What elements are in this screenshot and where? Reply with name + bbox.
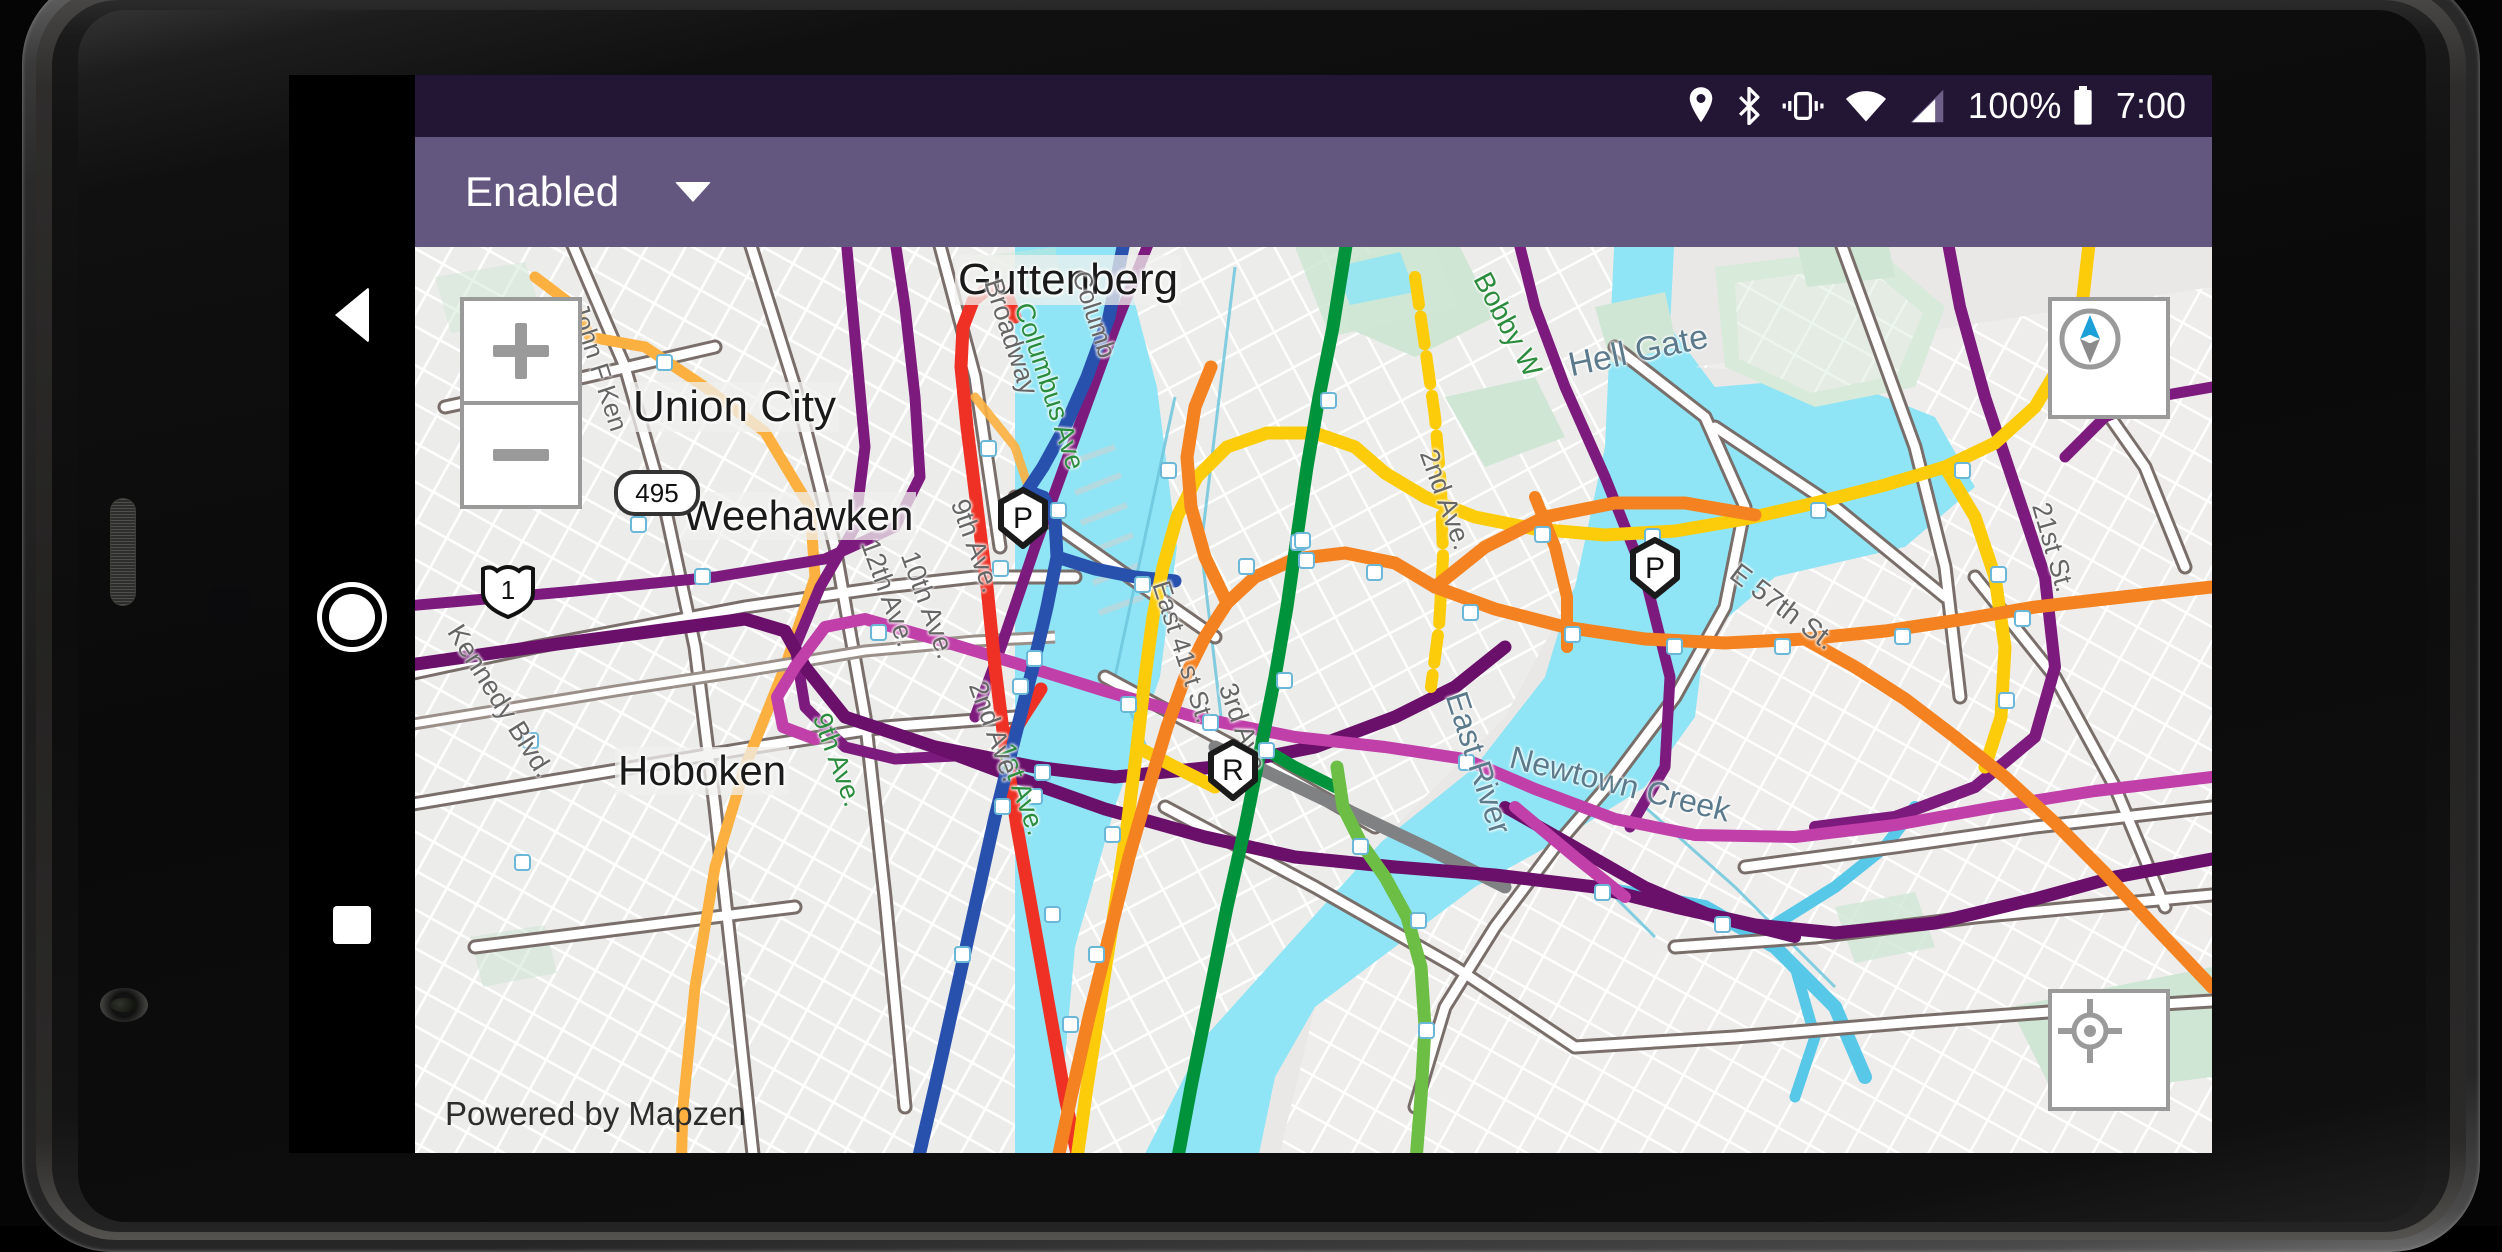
phone-screen: Guttenberg Union City Weehawken Hoboken Hell… <box>289 75 2212 1153</box>
zoom-out-button[interactable] <box>460 401 582 509</box>
map-water-label: East River <box>1438 687 1519 839</box>
location-pin-icon <box>1686 87 1716 125</box>
map-street-label: 9th Ave. <box>806 709 869 811</box>
svg-text:495: 495 <box>635 478 678 508</box>
recents-nav-button[interactable] <box>289 875 415 975</box>
svg-text:R: R <box>1222 754 1244 787</box>
home-circle-icon <box>329 594 375 640</box>
svg-text:P: P <box>1013 502 1033 535</box>
compass-icon <box>2059 308 2121 370</box>
map-water-label: Hell Gate <box>1565 317 1712 385</box>
chevron-down-icon <box>675 182 712 202</box>
map-street-label: East 41st St. <box>1146 577 1221 727</box>
wifi-icon <box>1844 87 1888 125</box>
plus-icon-v <box>515 323 527 379</box>
minus-icon <box>493 449 549 461</box>
android-status-bar: 100% 7:00 <box>415 75 2212 137</box>
front-camera-icon <box>100 988 148 1022</box>
compass-button[interactable] <box>2048 297 2170 419</box>
map-street-label: Bobby W <box>1467 267 1549 382</box>
zoom-controls[interactable] <box>460 297 582 509</box>
map-street-label: E 57th St. <box>1724 557 1842 656</box>
svg-text:P: P <box>1645 552 1665 585</box>
app-toolbar: Enabled <box>415 137 2212 247</box>
mode-spinner-label: Enabled <box>465 168 620 215</box>
phone-device-frame: Guttenberg Union City Weehawken Hoboken Hell… <box>0 0 2502 1252</box>
map-water-label: Newtown Creek <box>1506 739 1735 829</box>
battery-percent-label: 100% <box>1967 85 2062 126</box>
map-street-label: 21st St. <box>2026 499 2081 596</box>
map-street-label: Kennedy Blvd. <box>441 619 560 783</box>
map-viewport[interactable]: Guttenberg Union City Weehawken Hoboken Hell… <box>415 247 2212 1153</box>
status-bar-clock: 7:00 <box>2115 85 2186 126</box>
map-street-label: 2nd Ave. <box>962 677 1027 786</box>
my-location-button[interactable] <box>2048 989 2170 1111</box>
recents-square-icon <box>333 906 371 944</box>
map-labels-layer: Guttenberg Union City Weehawken Hoboken Hell… <box>415 247 2212 1153</box>
back-nav-button[interactable] <box>289 265 415 365</box>
map-place-label: Hoboken <box>615 747 790 795</box>
map-place-label: Weehawken <box>680 492 917 540</box>
map-attribution: Powered by Mapzen <box>445 1095 746 1132</box>
svg-text:1: 1 <box>501 575 515 605</box>
android-navigation-bar <box>289 75 415 1153</box>
battery-full-icon <box>2072 86 2094 126</box>
earpiece-speaker-icon <box>110 498 136 606</box>
my-location-icon <box>2058 999 2122 1063</box>
cell-signal-icon <box>1908 87 1946 125</box>
zoom-in-button[interactable] <box>460 297 582 405</box>
mode-spinner[interactable]: Enabled <box>465 137 712 247</box>
map-street-label: 2nd Ave. <box>1413 445 1478 554</box>
proximity-sensor-icon <box>209 586 251 622</box>
home-nav-button[interactable] <box>289 567 415 667</box>
map-place-label: Union City <box>630 382 839 432</box>
bluetooth-icon <box>1736 87 1762 125</box>
vibrate-icon <box>1782 87 1824 125</box>
back-triangle-icon <box>335 287 369 343</box>
